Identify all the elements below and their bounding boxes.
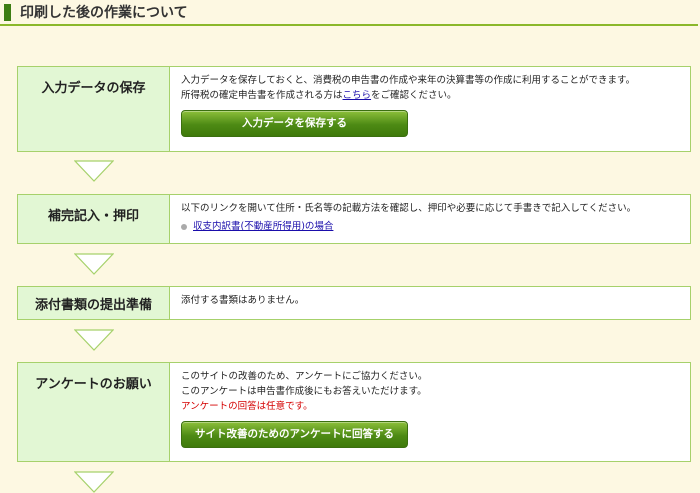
down-arrow-icon bbox=[74, 160, 114, 182]
step-body: 添付する書類はありません。 bbox=[170, 287, 690, 319]
save-data-button[interactable]: 入力データを保存する bbox=[181, 110, 408, 137]
step-label: 添付書類の提出準備 bbox=[18, 287, 170, 319]
title-marker bbox=[4, 4, 11, 21]
survey-button[interactable]: サイト改善のためのアンケートに回答する bbox=[181, 421, 408, 448]
optional-note: アンケートの回答は任意です。 bbox=[181, 401, 313, 412]
down-arrow-icon bbox=[74, 329, 114, 351]
step-save-data: 入力データの保存 入力データを保存しておくと、消費税の申告書の作成や来年の決算書… bbox=[17, 66, 691, 152]
step-body: 以下のリンクを開いて住所・氏名等の記載方法を確認し、押印や必要に応じて手書きで記… bbox=[170, 195, 690, 243]
step-body: 入力データを保存しておくと、消費税の申告書の作成や来年の決算書等の作成に利用する… bbox=[170, 67, 690, 151]
step-text: 以下のリンクを開いて住所・氏名等の記載方法を確認し、押印や必要に応じて手書きで記… bbox=[181, 203, 637, 214]
step-label: 入力データの保存 bbox=[18, 67, 170, 151]
bullet-icon bbox=[181, 223, 187, 230]
step-text-part: 所得税の確定申告書を作成される方は bbox=[181, 90, 343, 101]
down-arrow-icon bbox=[74, 471, 114, 493]
step-label: アンケートのお願い bbox=[18, 363, 170, 461]
step-label: 補完記入・押印 bbox=[18, 195, 170, 243]
here-link[interactable]: こちら bbox=[343, 90, 372, 101]
step-survey: アンケートのお願い このサイトの改善のため、アンケートにご協力ください。 このア… bbox=[17, 362, 691, 462]
step-complete-entry: 補完記入・押印 以下のリンクを開いて住所・氏名等の記載方法を確認し、押印や必要に… bbox=[17, 194, 691, 244]
down-arrow-icon bbox=[74, 253, 114, 275]
step-text: このアンケートは申告書作成後にもお答えいただけます。 bbox=[181, 386, 427, 397]
income-statement-link[interactable]: 収支内訳書(不動産所得用)の場合 bbox=[193, 221, 333, 232]
page-header: 印刷した後の作業について bbox=[0, 0, 698, 26]
step-text-part: をご確認ください。 bbox=[371, 90, 457, 101]
step-body: このサイトの改善のため、アンケートにご協力ください。 このアンケートは申告書作成… bbox=[170, 363, 690, 461]
step-text: 入力データを保存しておくと、消費税の申告書の作成や来年の決算書等の作成に利用する… bbox=[181, 75, 636, 86]
step-text: 添付する書類はありません。 bbox=[181, 295, 305, 306]
page-title: 印刷した後の作業について bbox=[20, 5, 188, 21]
step-attachments: 添付書類の提出準備 添付する書類はありません。 bbox=[17, 286, 691, 320]
step-text: 所得税の確定申告書を作成される方はこちらをご確認ください。 bbox=[181, 88, 679, 103]
step-text: このサイトの改善のため、アンケートにご協力ください。 bbox=[181, 371, 428, 382]
list-item: 収支内訳書(不動産所得用)の場合 bbox=[181, 219, 679, 234]
